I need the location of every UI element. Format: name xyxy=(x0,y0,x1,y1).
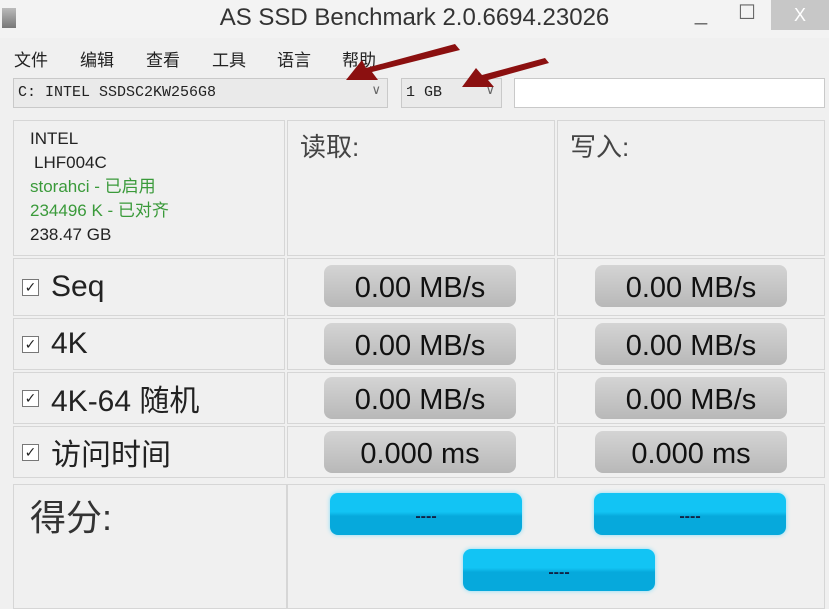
4k64-write-cell: 0.00 MB/s xyxy=(557,372,825,424)
drive-capacity: 238.47 GB xyxy=(30,223,268,247)
alignment-status: 234496 K - 已对齐 xyxy=(30,199,268,223)
4k-write-result: 0.00 MB/s xyxy=(595,323,787,365)
seq-read-result: 0.00 MB/s xyxy=(324,265,516,307)
drive-vendor: INTEL xyxy=(30,127,268,151)
seq-read-cell: 0.00 MB/s xyxy=(287,258,555,316)
arrow-icon xyxy=(462,58,549,87)
4k64-read-result: 0.00 MB/s xyxy=(324,377,516,419)
test-label: 访问时间 xyxy=(51,430,171,474)
access-write-result: 0.000 ms xyxy=(595,431,787,473)
test-4k-checkbox[interactable]: ✓ 4K xyxy=(13,318,285,370)
access-read-result: 0.000 ms xyxy=(324,431,516,473)
checkbox-icon: ✓ xyxy=(22,336,39,353)
access-read-cell: 0.000 ms xyxy=(287,426,555,478)
test-seq-checkbox[interactable]: ✓ Seq xyxy=(13,258,285,316)
access-write-cell: 0.000 ms xyxy=(557,426,825,478)
4k64-write-result: 0.00 MB/s xyxy=(595,377,787,419)
checkbox-icon: ✓ xyxy=(22,444,39,461)
total-score: ---- xyxy=(463,549,655,591)
4k-read-cell: 0.00 MB/s xyxy=(287,318,555,370)
test-access-time-checkbox[interactable]: ✓ 访问时间 xyxy=(13,426,285,478)
test-label: Seq xyxy=(51,270,104,304)
test-4k64-checkbox[interactable]: ✓ 4K-64 随机 xyxy=(13,372,285,424)
drive-info-panel: INTEL LHF004C storahci - 已启用 234496 K - … xyxy=(13,120,285,256)
drive-firmware: LHF004C xyxy=(30,151,268,175)
test-label: 4K-64 随机 xyxy=(51,376,199,420)
read-score: ---- xyxy=(330,493,522,535)
4k64-read-cell: 0.00 MB/s xyxy=(287,372,555,424)
write-header: 写入: xyxy=(557,120,825,256)
test-label: 4K xyxy=(51,327,88,361)
seq-write-cell: 0.00 MB/s xyxy=(557,258,825,316)
4k-read-result: 0.00 MB/s xyxy=(324,323,516,365)
checkbox-icon: ✓ xyxy=(22,390,39,407)
seq-write-result: 0.00 MB/s xyxy=(595,265,787,307)
arrow-icon xyxy=(346,44,460,80)
annotation-arrows xyxy=(0,0,829,120)
write-score: ---- xyxy=(594,493,786,535)
4k-write-cell: 0.00 MB/s xyxy=(557,318,825,370)
read-header: 读取: xyxy=(287,120,555,256)
driver-status: storahci - 已启用 xyxy=(30,175,268,199)
score-label: 得分: xyxy=(13,484,287,609)
checkbox-icon: ✓ xyxy=(22,279,39,296)
